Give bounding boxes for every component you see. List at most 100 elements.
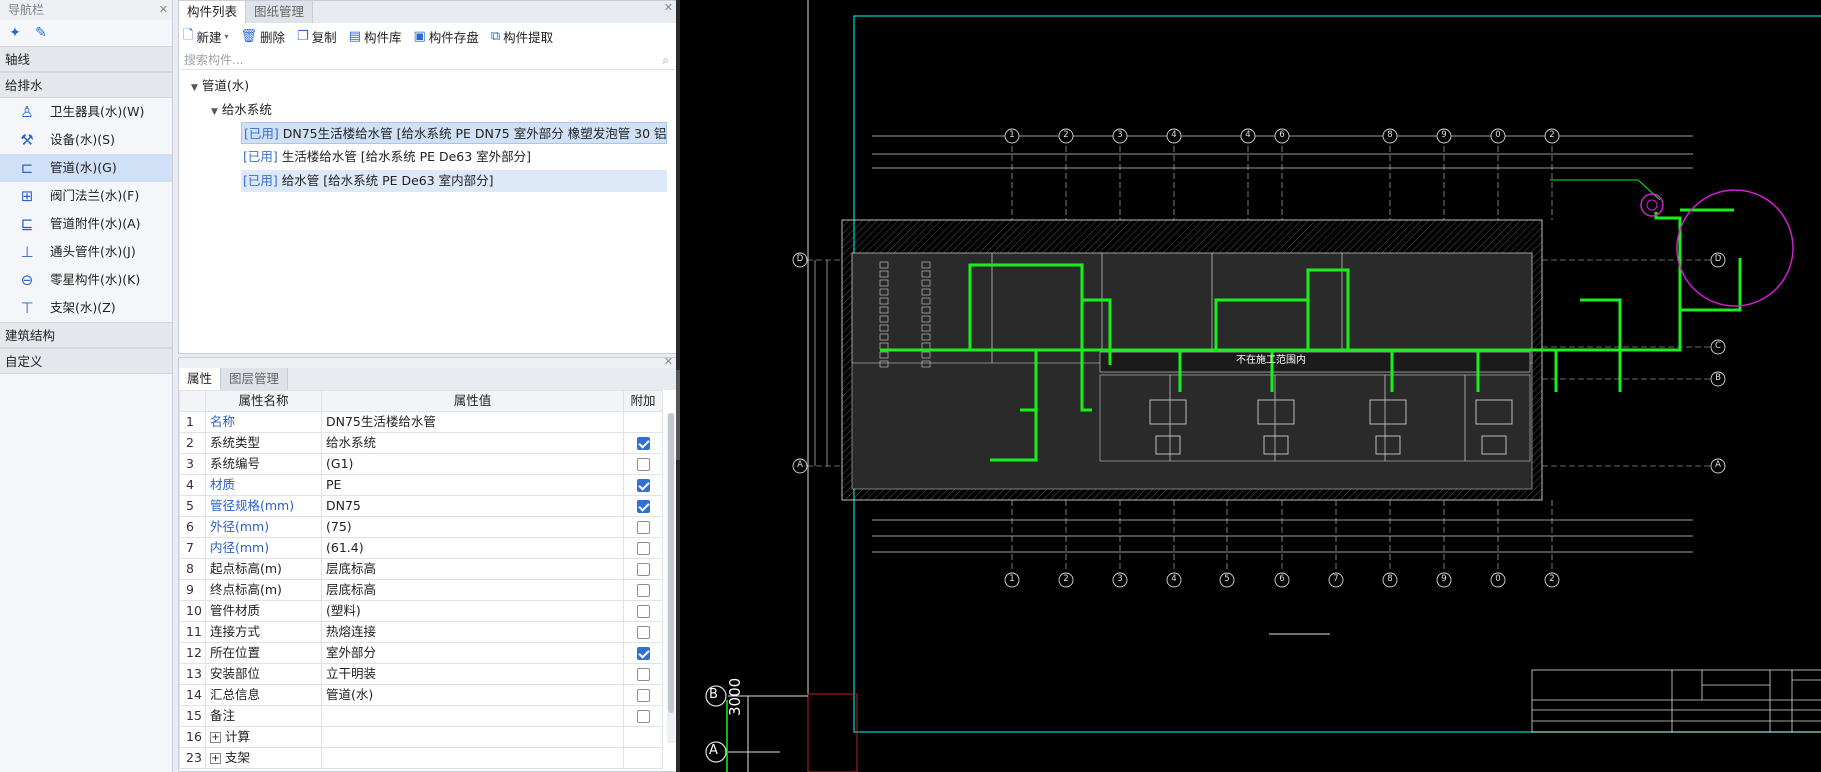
extra-checkbox[interactable] — [636, 542, 650, 555]
component-tabs: 构件列表 图纸管理 ✕ — [179, 1, 677, 23]
property-row[interactable]: 11 连接方式 热熔连接 — [179, 621, 663, 643]
property-value[interactable]: 管道(水) — [321, 684, 624, 706]
extra-checkbox[interactable] — [636, 479, 650, 492]
sparkle-icon[interactable]: ✦ — [6, 24, 24, 42]
nav-group-custom[interactable]: 自定义 — [0, 348, 172, 374]
pipe-icon: ⊏ — [20, 159, 34, 177]
tree-leaf[interactable]: [已用] 生活楼给水管 [给水系统 PE De63 室外部分] — [241, 146, 667, 168]
bracket-icon: ⊤ — [20, 299, 34, 317]
misc-component-icon: ⊖ — [20, 271, 34, 289]
property-row[interactable]: 6 外径(mm) (75) — [179, 516, 663, 538]
extra-checkbox[interactable] — [636, 500, 650, 513]
tab-properties[interactable]: 属性 — [179, 368, 222, 390]
close-icon[interactable]: ✕ — [159, 0, 168, 20]
properties-tabs: 属性 图层管理 — [179, 368, 677, 390]
nav-group-plumbing[interactable]: 给排水 — [0, 72, 172, 98]
property-row[interactable]: 7 内径(mm) (61.4) — [179, 537, 663, 559]
property-value[interactable] — [321, 705, 624, 727]
property-value[interactable]: 层底标高 — [321, 579, 624, 601]
extract-button[interactable]: ⧉ 构件提取 — [491, 27, 553, 46]
property-value[interactable]: (塑料) — [321, 600, 624, 622]
property-value[interactable]: PE — [321, 474, 624, 496]
property-row[interactable]: 13 安装部位 立干明装 — [179, 663, 663, 685]
new-button[interactable]: 🗋 新建 ▾ — [183, 26, 228, 48]
property-row[interactable]: 9 终点标高(m) 层底标高 — [179, 579, 663, 601]
nav-item[interactable]: ⊏ 管道(水)(G) — [0, 154, 172, 182]
extra-checkbox[interactable] — [636, 563, 650, 576]
property-value[interactable]: 热熔连接 — [321, 621, 624, 643]
delete-button[interactable]: 🗑 删除 — [240, 27, 285, 46]
pool-circle — [1676, 189, 1794, 307]
cad-drawing-canvas[interactable]: B A 3000 不在施工范围内 1 2 3 4 4 6 8 9 0 2 1 2 3 4 5 6 7 8 9 0 2 D A… — [680, 0, 1821, 772]
nav-item[interactable]: ♙ 卫生器具(水)(W) — [0, 98, 172, 126]
close-icon[interactable]: ✕ — [664, 1, 673, 15]
property-value[interactable]: DN75生活楼给水管 — [321, 411, 624, 433]
property-value[interactable]: DN75 — [321, 495, 624, 517]
expand-icon[interactable]: + — [210, 753, 221, 764]
tab-component-list[interactable]: 构件列表 — [179, 1, 247, 23]
close-icon[interactable]: ✕ — [664, 355, 673, 368]
search-icon[interactable]: ⌕ — [662, 50, 669, 70]
nav-item[interactable]: ⊑ 管道附件(水)(A) — [0, 210, 172, 238]
extra-checkbox[interactable] — [636, 689, 650, 702]
tree-node-system[interactable]: ▼ 给水系统 — [179, 98, 677, 122]
extra-checkbox[interactable] — [636, 710, 650, 723]
library-button[interactable]: ▤ 构件库 — [349, 27, 402, 46]
nav-item[interactable]: ⊤ 支架(水)(Z) — [0, 294, 172, 322]
extra-checkbox[interactable] — [636, 647, 650, 660]
property-name: 终点标高(m) — [205, 579, 322, 601]
property-row[interactable]: 4 材质 PE — [179, 474, 663, 496]
nav-item[interactable]: ⚒ 设备(水)(S) — [0, 126, 172, 154]
property-row[interactable]: 5 管径规格(mm) DN75 — [179, 495, 663, 517]
property-value[interactable]: 层底标高 — [321, 558, 624, 580]
property-row[interactable]: 2 系统类型 给水系统 — [179, 432, 663, 454]
property-value[interactable]: 给水系统 — [321, 432, 624, 454]
copy-button[interactable]: ❐ 复制 — [297, 27, 337, 46]
extra-checkbox[interactable] — [636, 584, 650, 597]
nav-item[interactable]: ⊥ 通头管件(水)(J) — [0, 238, 172, 266]
edit-icon[interactable]: ✎ — [32, 24, 50, 42]
nav-item[interactable]: ⊞ 阀门法兰(水)(F) — [0, 182, 172, 210]
nav-item[interactable]: ⊖ 零星构件(水)(K) — [0, 266, 172, 294]
property-row[interactable]: 16 + 计算 — [179, 726, 663, 748]
tab-layer-management[interactable]: 图层管理 — [221, 368, 289, 390]
nav-item-label: 零星构件(水)(K) — [50, 272, 141, 287]
property-row[interactable]: 8 起点标高(m) 层底标高 — [179, 558, 663, 580]
nav-group-axis[interactable]: 轴线 — [0, 46, 172, 72]
property-row[interactable]: 10 管件材质 (塑料) — [179, 600, 663, 622]
search-input[interactable]: 搜索构件... ⌕ — [181, 50, 675, 70]
extra-checkbox[interactable] — [636, 458, 650, 471]
extra-checkbox[interactable] — [636, 668, 650, 681]
property-row[interactable]: 3 系统编号 (G1) — [179, 453, 663, 475]
property-value[interactable]: 立干明装 — [321, 663, 624, 685]
expand-icon[interactable]: + — [210, 732, 221, 743]
caret-down-icon[interactable]: ▼ — [191, 83, 198, 93]
property-name: 系统编号 — [205, 453, 322, 475]
property-value[interactable]: (G1) — [321, 453, 624, 475]
caret-down-icon[interactable]: ▼ — [211, 107, 218, 117]
tab-drawing-management[interactable]: 图纸管理 — [246, 1, 314, 23]
property-row[interactable]: 15 备注 — [179, 705, 663, 727]
extra-checkbox[interactable] — [636, 521, 650, 534]
extra-checkbox[interactable] — [636, 626, 650, 639]
nav-group-building[interactable]: 建筑结构 — [0, 322, 172, 348]
property-value[interactable] — [321, 726, 624, 748]
properties-scrollbar[interactable] — [667, 413, 675, 743]
property-row[interactable]: 23 + 支架 — [179, 747, 663, 769]
property-value[interactable] — [321, 747, 624, 769]
tree-node-pipe[interactable]: ▼ 管道(水) — [179, 74, 677, 98]
property-row[interactable]: 14 汇总信息 管道(水) — [179, 684, 663, 706]
tree-leaf[interactable]: [已用] DN75生活楼给水管 [给水系统 PE DN75 室外部分 橡塑发泡管… — [241, 122, 667, 144]
property-row[interactable]: 12 所在位置 室外部分 — [179, 642, 663, 664]
extra-checkbox[interactable] — [636, 605, 650, 618]
extra-checkbox[interactable] — [636, 437, 650, 450]
property-value[interactable]: 室外部分 — [321, 642, 624, 664]
property-value[interactable]: (75) — [321, 516, 624, 538]
chevron-down-icon[interactable]: ▾ — [224, 32, 228, 41]
save-component-button[interactable]: ▣ 构件存盘 — [414, 27, 479, 46]
cad-drawing[interactable] — [680, 0, 1821, 772]
row-number: 5 — [179, 495, 206, 517]
property-value[interactable]: (61.4) — [321, 537, 624, 559]
tree-leaf[interactable]: [已用] 给水管 [给水系统 PE De63 室内部分] — [241, 170, 667, 192]
property-row[interactable]: 1 名称 DN75生活楼给水管 — [179, 411, 663, 433]
